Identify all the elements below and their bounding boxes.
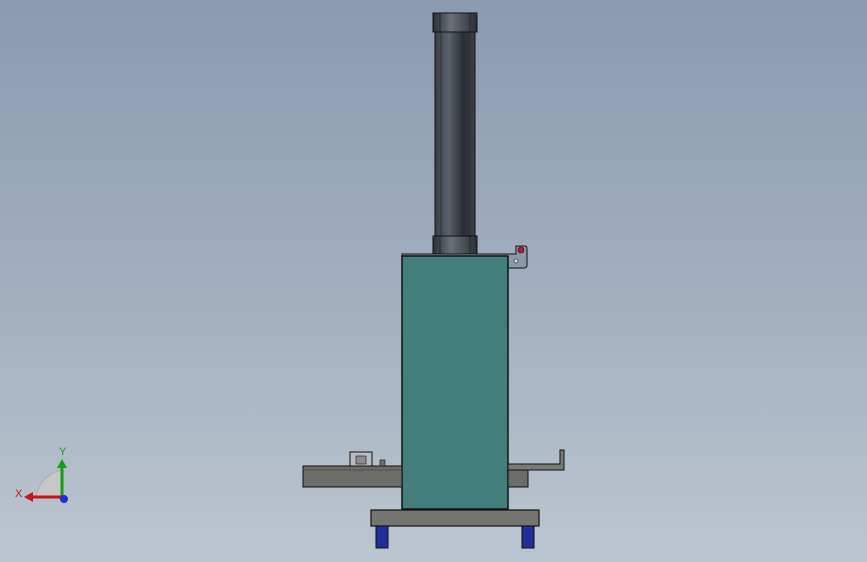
cylinder-bottom-cap[interactable]	[432, 235, 478, 255]
x-axis-arrow-icon	[24, 492, 33, 502]
cad-viewport[interactable]: Y X	[0, 0, 867, 562]
x-axis-label: X	[15, 488, 23, 500]
bottom-plate[interactable]	[370, 509, 540, 527]
z-axis-dot-icon	[60, 495, 68, 503]
main-housing[interactable]	[401, 255, 509, 510]
air-cylinder[interactable]	[432, 12, 478, 255]
rail-block[interactable]	[349, 451, 386, 467]
bracket-hole-right	[513, 258, 519, 264]
model-canvas[interactable]: Y X	[0, 0, 867, 562]
y-axis-arrow-icon	[57, 459, 67, 468]
foot-left[interactable]	[375, 525, 389, 549]
triad-plane-icon	[35, 469, 63, 498]
foot-right[interactable]	[521, 525, 535, 549]
side-handle[interactable]	[507, 449, 565, 471]
reference-triad: Y X	[15, 446, 68, 503]
indicator-light[interactable]	[517, 246, 525, 254]
cylinder-top-cap[interactable]	[432, 12, 478, 33]
y-axis-label: Y	[59, 446, 67, 458]
